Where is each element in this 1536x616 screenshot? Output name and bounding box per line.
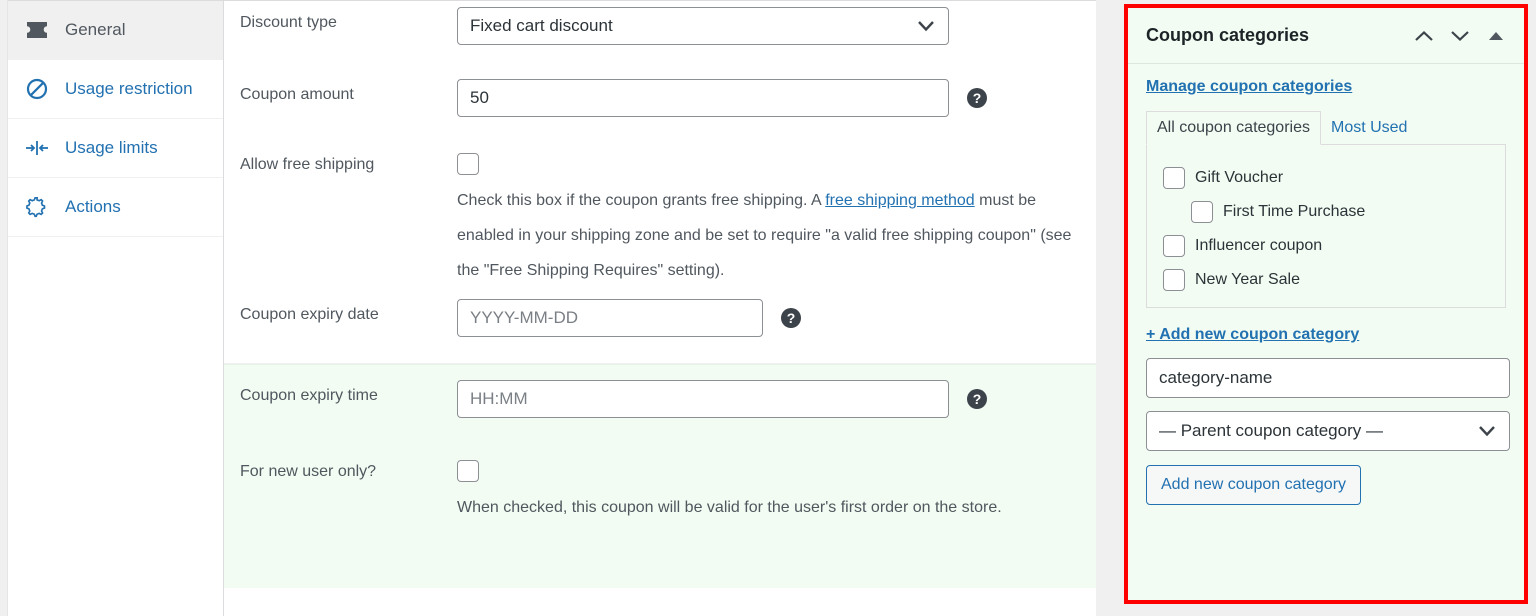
sidebar-item-label: General — [65, 20, 126, 39]
green-section: Coupon expiry time ? For new user only? … — [224, 364, 1096, 588]
sidebar-item-label: Actions — [65, 197, 121, 216]
parent-category-value[interactable] — [1146, 411, 1510, 451]
category-item: Gift Voucher — [1163, 161, 1505, 195]
category-item: New Year Sale — [1163, 263, 1505, 297]
for-new-user-only-label: For new user only? — [240, 463, 377, 480]
category-label[interactable]: Gift Voucher — [1195, 169, 1283, 187]
manage-coupon-categories-link[interactable]: Manage coupon categories — [1146, 78, 1352, 96]
coupon-editor-screen: General Usage restriction Usage limits A… — [0, 0, 1536, 616]
coupon-expiry-date-input[interactable] — [457, 299, 763, 337]
move-up-icon[interactable] — [1406, 18, 1442, 54]
add-new-coupon-category-link[interactable]: + Add new coupon category — [1146, 326, 1359, 344]
category-item: Influencer coupon — [1163, 229, 1505, 263]
category-checkbox-list: Gift Voucher First Time Purchase Influen… — [1146, 144, 1506, 308]
move-down-icon[interactable] — [1442, 18, 1478, 54]
free-shipping-method-link[interactable]: free shipping method — [825, 192, 974, 209]
category-tabs: All coupon categories Most Used — [1146, 110, 1506, 145]
category-label[interactable]: Influencer coupon — [1195, 237, 1322, 255]
coupon-data-sidebar: General Usage restriction Usage limits A… — [8, 0, 224, 616]
left-gutter — [0, 0, 8, 616]
sidebar-item-usage-limits[interactable]: Usage limits — [8, 119, 223, 178]
field-coupon-amount: Coupon amount ? — [224, 73, 1096, 143]
allow-free-shipping-description: Check this box if the coupon grants free… — [457, 183, 1073, 288]
parent-category-select[interactable] — [1146, 411, 1510, 451]
category-checkbox-influencer-coupon[interactable] — [1163, 235, 1185, 257]
toggle-panel-icon[interactable] — [1478, 18, 1514, 54]
allow-free-shipping-checkbox[interactable] — [457, 153, 479, 175]
gear-icon — [22, 195, 52, 219]
arrows-in-icon — [22, 136, 52, 160]
for-new-user-only-checkbox[interactable] — [457, 460, 479, 482]
field-coupon-expiry-time: Coupon expiry time ? — [224, 365, 1096, 450]
metabox-title: Coupon categories — [1146, 25, 1310, 45]
sidebar-item-general[interactable]: General — [8, 1, 223, 60]
category-checkbox-gift-voucher[interactable] — [1163, 167, 1185, 189]
help-icon[interactable]: ? — [967, 88, 987, 108]
discount-type-value[interactable] — [457, 7, 949, 45]
category-checkbox-first-time-purchase[interactable] — [1191, 201, 1213, 223]
field-discount-type: Discount type — [224, 1, 1096, 73]
allow-free-shipping-label: Allow free shipping — [240, 156, 375, 173]
field-coupon-expiry-date: Coupon expiry date ? — [224, 293, 1096, 364]
discount-type-select[interactable] — [457, 7, 949, 45]
help-icon[interactable]: ? — [781, 308, 801, 328]
coupon-amount-label: Coupon amount — [240, 86, 354, 103]
metabox-header: Coupon categories — [1128, 8, 1524, 64]
coupon-categories-metabox: Coupon categories Manage coupon categori… — [1124, 4, 1528, 604]
sidebar-item-label: Usage limits — [65, 138, 158, 157]
category-item: First Time Purchase — [1163, 195, 1505, 229]
category-label[interactable]: New Year Sale — [1195, 271, 1300, 289]
prohibit-icon — [22, 77, 52, 101]
new-category-name-input[interactable] — [1146, 358, 1510, 398]
coupon-general-panel: Discount type Coupon amount ? — [224, 0, 1096, 616]
help-icon[interactable]: ? — [967, 389, 987, 409]
field-for-new-user-only: For new user only? When checked, this co… — [224, 450, 1096, 580]
tab-most-used[interactable]: Most Used — [1321, 112, 1417, 144]
desc-text-before: Check this box if the coupon grants free… — [457, 192, 826, 209]
coupon-expiry-time-input[interactable] — [457, 380, 949, 418]
coupon-expiry-date-label: Coupon expiry date — [240, 306, 379, 323]
white-section: Discount type Coupon amount ? — [224, 1, 1096, 364]
ticket-icon — [22, 18, 52, 42]
content-gap — [1096, 0, 1124, 616]
coupon-expiry-time-label: Coupon expiry time — [240, 387, 378, 404]
discount-type-label: Discount type — [240, 14, 337, 31]
sidebar-item-usage-restriction[interactable]: Usage restriction — [8, 60, 223, 119]
for-new-user-only-description: When checked, this coupon will be valid … — [457, 499, 1002, 516]
coupon-amount-input[interactable] — [457, 79, 949, 117]
sidebar-item-label: Usage restriction — [65, 79, 193, 98]
category-checkbox-new-year-sale[interactable] — [1163, 269, 1185, 291]
category-label[interactable]: First Time Purchase — [1223, 203, 1365, 221]
metabox-body: Manage coupon categories All coupon cate… — [1128, 64, 1524, 505]
tab-all-coupon-categories[interactable]: All coupon categories — [1146, 111, 1321, 145]
field-allow-free-shipping: Allow free shipping Check this box if th… — [224, 143, 1096, 293]
add-new-coupon-category-button[interactable]: Add new coupon category — [1146, 465, 1362, 505]
sidebar-item-actions[interactable]: Actions — [8, 178, 223, 237]
